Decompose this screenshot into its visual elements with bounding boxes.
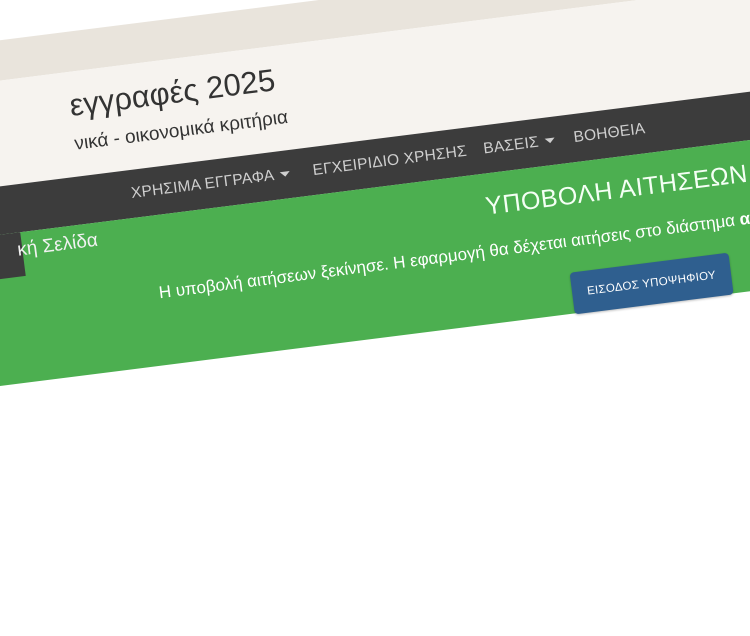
chevron-down-icon — [280, 171, 291, 178]
chevron-down-icon — [544, 137, 555, 145]
page-canvas: εγγραφές 2025 νικά - οικονομικά κριτήρια… — [0, 0, 750, 611]
banner-text-bold: από — [738, 205, 750, 229]
